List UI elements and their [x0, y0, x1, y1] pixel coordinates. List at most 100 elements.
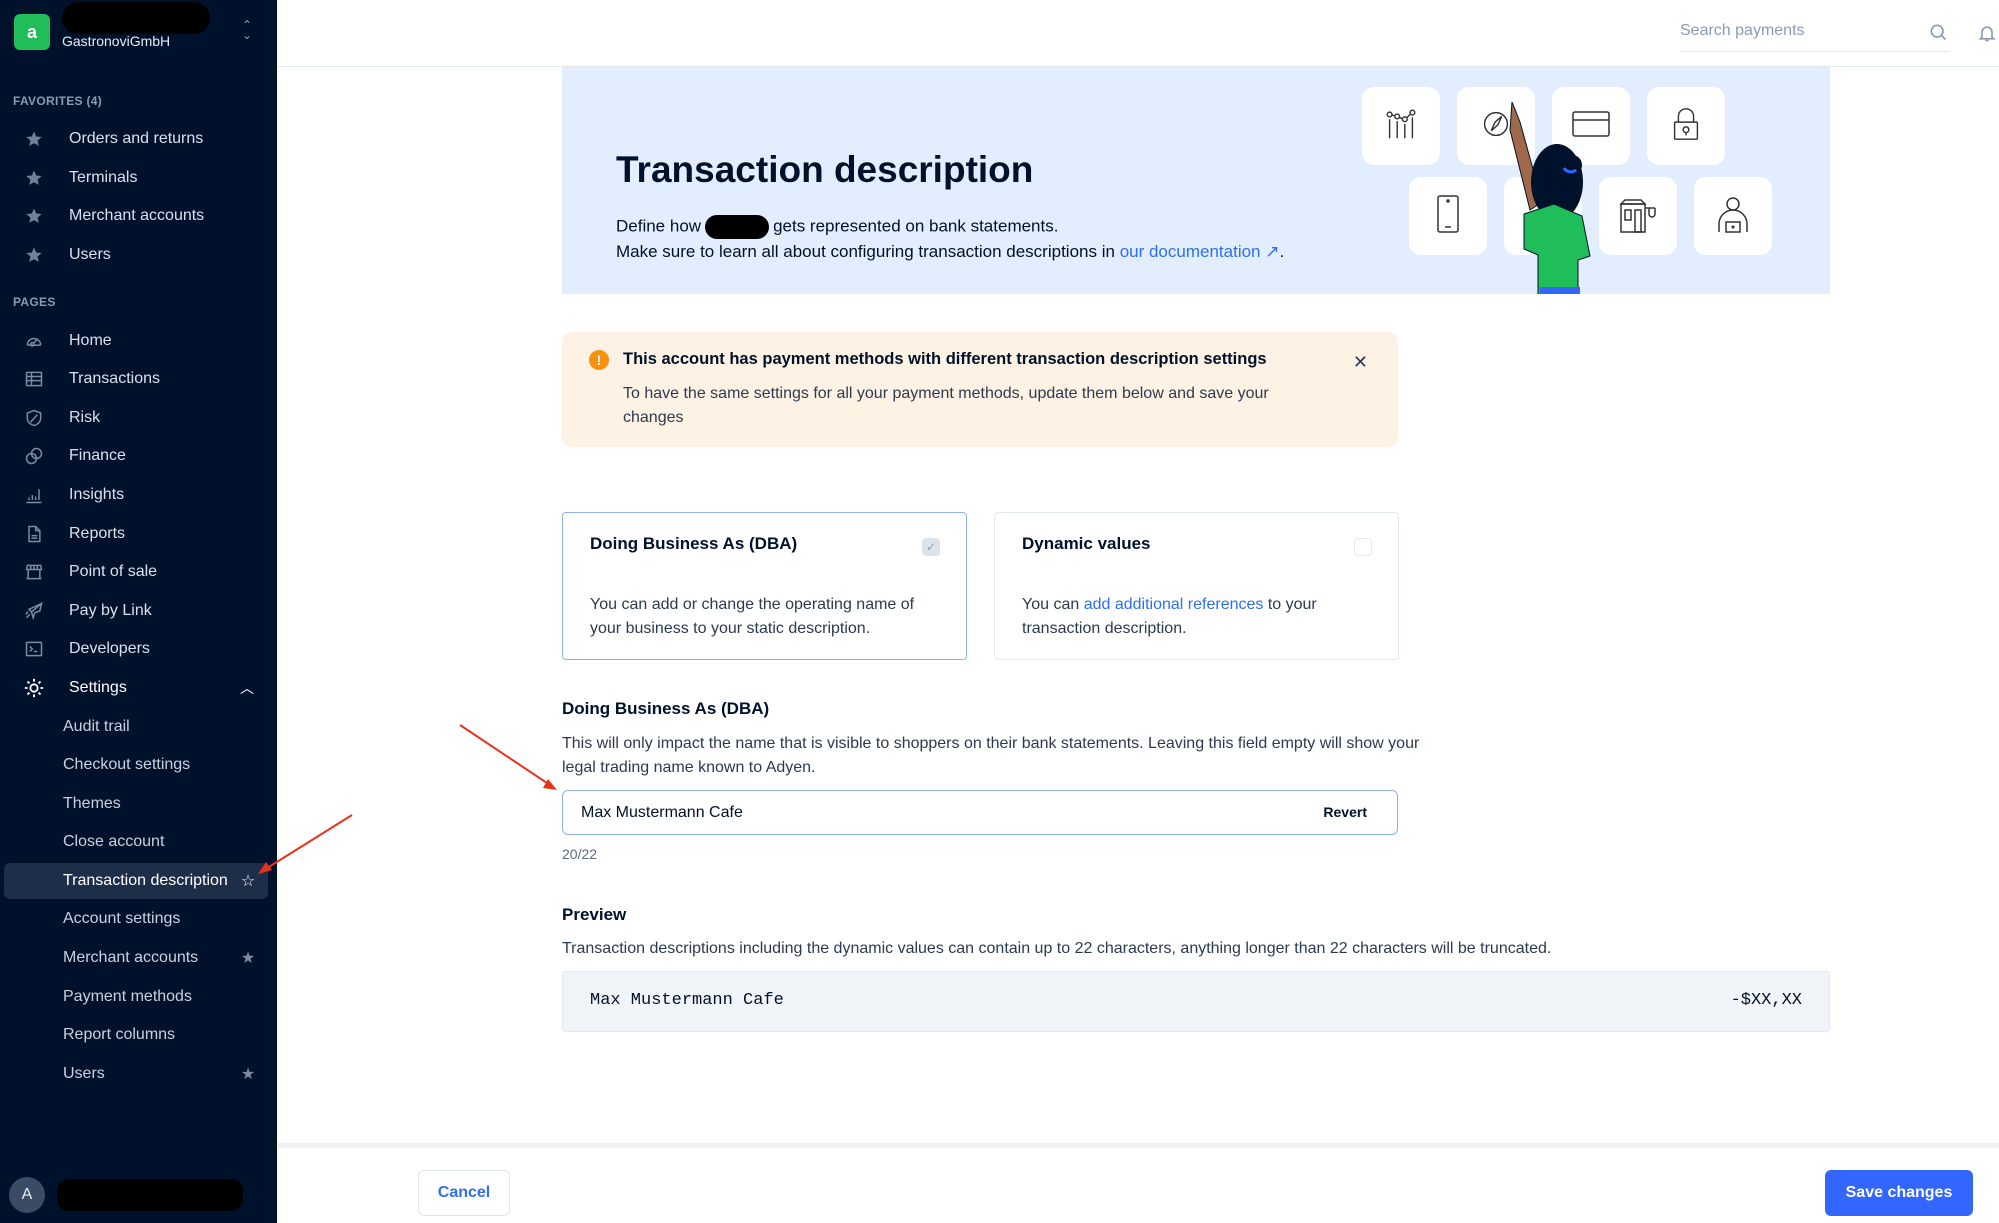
preview-help: Transaction descriptions including the d… — [562, 940, 1552, 957]
user-laptop-tile — [1694, 177, 1772, 255]
favorite-item-terminals[interactable]: Terminals — [4, 160, 268, 196]
star-icon[interactable]: ★ — [238, 1064, 258, 1084]
sidebar-item-developers[interactable]: Developers — [4, 631, 268, 667]
sidebar-item-point-of-sale[interactable]: Point of sale — [4, 554, 268, 590]
page-title: Transaction description — [616, 149, 1034, 190]
settings-item-users[interactable]: Users ★ — [4, 1056, 268, 1092]
settings-item-transaction-description[interactable]: Transaction description ☆ — [4, 863, 268, 899]
chevron-up-icon[interactable]: ︿ — [240, 678, 254, 698]
revert-button[interactable]: Revert — [1323, 804, 1367, 820]
sidebar-item-reports[interactable]: Reports — [4, 516, 268, 552]
star-icon[interactable] — [20, 169, 48, 187]
preview-statement: Max Mustermann Cafe -$XX,XX — [562, 971, 1830, 1032]
annotation-arrow-field — [459, 724, 557, 790]
shield-icon — [20, 408, 48, 428]
chart-tile — [1362, 87, 1440, 165]
search-icon[interactable] — [1928, 22, 1948, 47]
table-icon — [20, 369, 48, 389]
lock-tile — [1647, 87, 1725, 165]
dba-field-label: Doing Business As (DBA) — [562, 699, 770, 718]
checkmark-icon: ✓ — [925, 540, 937, 554]
settings-item-close-account[interactable]: Close account — [4, 824, 268, 860]
option-card-dba[interactable]: Doing Business As (DBA) ✓ You can add or… — [562, 512, 967, 660]
hero-description: Define how gets represented on bank state… — [616, 215, 1058, 239]
star-icon[interactable]: ★ — [238, 948, 258, 968]
chevron-up-down-icon[interactable]: ⌃ ⌄ — [242, 19, 252, 41]
preview-label: Preview — [562, 905, 627, 924]
account-switcher[interactable]: a GastronoviGmbH ⌃ ⌄ — [14, 2, 264, 54]
favorite-item-users[interactable]: Users — [4, 237, 268, 273]
settings-item-report-columns[interactable]: Report columns — [4, 1017, 268, 1053]
option-description: You can add additional references to you… — [1022, 596, 1317, 637]
user-avatar[interactable]: A — [9, 1177, 45, 1213]
settings-item-checkout-settings[interactable]: Checkout settings — [4, 747, 268, 783]
settings-item-account-settings[interactable]: Account settings — [4, 901, 268, 937]
home-gauge-icon — [20, 331, 48, 351]
line-chart-icon — [1382, 105, 1420, 148]
lock-icon — [1669, 105, 1703, 148]
dba-input[interactable] — [581, 799, 1281, 827]
sidebar: a GastronoviGmbH ⌃ ⌄ FAVORITES (4) Orders… — [0, 0, 277, 1223]
warning-alert: ! This account has payment methods with … — [562, 332, 1398, 447]
option-title: Doing Business As (DBA) — [590, 534, 798, 553]
close-icon[interactable]: ✕ — [1353, 352, 1368, 373]
character-count: 20/22 — [562, 846, 598, 862]
document-icon — [20, 524, 48, 544]
smartphone-icon — [1435, 194, 1461, 239]
save-changes-button[interactable]: Save changes — [1825, 1170, 1973, 1216]
favorite-item-merchant-accounts[interactable]: Merchant accounts — [4, 198, 268, 234]
option-card-dynamic-values[interactable]: Dynamic values You can add additional re… — [994, 512, 1399, 660]
shop-tile — [1599, 177, 1677, 255]
search-field[interactable] — [1680, 16, 1950, 52]
preview-name: Max Mustermann Cafe — [590, 991, 784, 1010]
alert-title: This account has payment methods with di… — [623, 350, 1267, 368]
redacted-brand — [705, 215, 770, 239]
sidebar-item-finance[interactable]: Finance — [4, 438, 268, 474]
preview-amount: -$XX,XX — [1730, 991, 1802, 1010]
gear-icon — [20, 677, 48, 699]
settings-item-merchant-accounts[interactable]: Merchant accounts ★ — [4, 940, 268, 976]
settings-item-audit-trail[interactable]: Audit trail — [4, 709, 268, 745]
settings-item-payment-methods[interactable]: Payment methods — [4, 979, 268, 1015]
bell-icon[interactable] — [1977, 22, 1997, 49]
user-laptop-icon — [1713, 194, 1753, 239]
hero-banner: Transaction description Define how gets r… — [562, 67, 1830, 294]
star-icon[interactable] — [20, 130, 48, 148]
star-icon[interactable] — [20, 246, 48, 264]
terminal-icon — [20, 639, 48, 659]
app-root: a GastronoviGmbH ⌃ ⌄ FAVORITES (4) Orders… — [0, 0, 1999, 1223]
option-description: You can add or change the operating name… — [590, 596, 915, 637]
pages-section-label: PAGES — [13, 295, 56, 309]
sidebar-item-risk[interactable]: Risk — [4, 400, 268, 436]
settings-item-themes[interactable]: Themes — [4, 786, 268, 822]
sidebar-item-insights[interactable]: Insights — [4, 477, 268, 513]
star-icon[interactable] — [20, 207, 48, 225]
person-illustration — [1509, 102, 1591, 294]
redacted-account-label — [62, 2, 210, 34]
add-additional-references-link[interactable]: add additional references — [1084, 596, 1264, 613]
storefront-icon — [1615, 194, 1661, 239]
dba-input-wrapper: Revert — [562, 790, 1398, 835]
account-name: GastronoviGmbH — [62, 33, 171, 49]
bar-chart-icon — [20, 485, 48, 505]
alert-body: To have the same settings for all your p… — [623, 385, 1269, 426]
sidebar-item-home[interactable]: Home — [4, 323, 268, 359]
search-input[interactable] — [1680, 16, 1920, 46]
brand-logo: a — [14, 14, 50, 50]
cancel-button[interactable]: Cancel — [418, 1170, 510, 1216]
sidebar-item-settings[interactable]: Settings ︿ — [4, 670, 268, 706]
external-link-icon: ↗ — [1265, 242, 1280, 261]
dynamic-values-checkbox[interactable] — [1354, 538, 1372, 556]
warning-icon: ! — [589, 350, 609, 370]
coins-icon — [20, 446, 48, 466]
sidebar-item-transactions[interactable]: Transactions — [4, 361, 268, 397]
documentation-link[interactable]: our documentation ↗ — [1120, 242, 1280, 261]
top-bar — [277, 0, 1999, 67]
favorite-item-orders-and-returns[interactable]: Orders and returns — [4, 121, 268, 157]
dba-checkbox[interactable]: ✓ — [922, 538, 940, 556]
star-outline-icon[interactable]: ☆ — [238, 871, 258, 891]
option-title: Dynamic values — [1022, 534, 1151, 553]
sidebar-item-pay-by-link[interactable]: Pay by Link — [4, 593, 268, 629]
redacted-user-name — [57, 1179, 243, 1211]
footer-action-bar: Cancel Save changes — [277, 1143, 1999, 1223]
